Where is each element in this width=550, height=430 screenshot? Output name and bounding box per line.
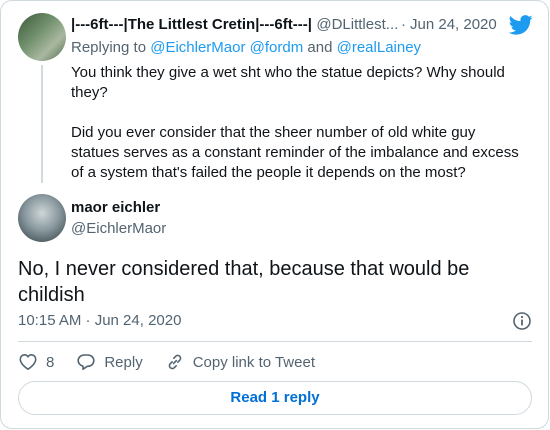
main-tweet-text: No, I never considered that, because tha… (18, 258, 470, 306)
replying-to-line: Replying to @EichlerMaor @fordm and @rea… (71, 39, 421, 56)
tweet-actions-bar: 8 Reply Copy link to Tweet (18, 351, 337, 373)
parent-tweet-text: You think they give a wet sht who the st… (71, 63, 526, 203)
thread-connector-line (41, 65, 43, 183)
main-display-name[interactable]: maor eichler (71, 199, 160, 216)
parent-avatar[interactable] (18, 13, 66, 61)
like-count: 8 (46, 353, 55, 371)
actions-divider (18, 341, 532, 342)
parent-paragraph: You think they give a wet sht who the st… (71, 64, 505, 101)
info-icon[interactable] (512, 311, 532, 331)
main-avatar[interactable] (18, 194, 66, 242)
parent-display-name[interactable]: |---6ft---|The Littlest Cretin|---6ft---… (71, 16, 312, 33)
parent-handle[interactable]: @DLittlest... (316, 16, 398, 33)
embedded-tweet-card: |---6ft---|The Littlest Cretin|---6ft---… (0, 0, 549, 429)
heart-icon (19, 354, 37, 370)
main-handle[interactable]: @EichlerMaor (71, 220, 166, 237)
separator-dot: · (401, 16, 406, 33)
mention-link[interactable]: @realLainey (337, 39, 421, 56)
twitter-bird-icon[interactable] (509, 15, 533, 35)
mention-link[interactable]: @EichlerMaor (150, 39, 245, 56)
reply-label: Reply (104, 353, 143, 371)
replying-and: and (307, 39, 333, 56)
parent-date-link[interactable]: · Jun 24, 2020 (401, 16, 497, 33)
tweet-timestamp[interactable]: 10:15 AM · Jun 24, 2020 (18, 312, 181, 329)
read-replies-button[interactable]: Read 1 reply (18, 381, 532, 415)
parent-paragraph: Did you ever consider that the sheer num… (71, 124, 519, 181)
mention-link[interactable]: @fordm (250, 39, 304, 56)
like-button[interactable]: 8 (18, 352, 54, 372)
link-icon (168, 354, 182, 370)
parent-date[interactable]: Jun 24, 2020 (410, 16, 497, 33)
replying-prefix: Replying to (71, 39, 147, 56)
copy-link-button[interactable]: Copy link to Tweet (165, 352, 315, 372)
reply-button[interactable]: Reply (76, 352, 143, 372)
copy-link-label: Copy link to Tweet (192, 353, 315, 371)
speech-bubble-icon (77, 354, 95, 370)
